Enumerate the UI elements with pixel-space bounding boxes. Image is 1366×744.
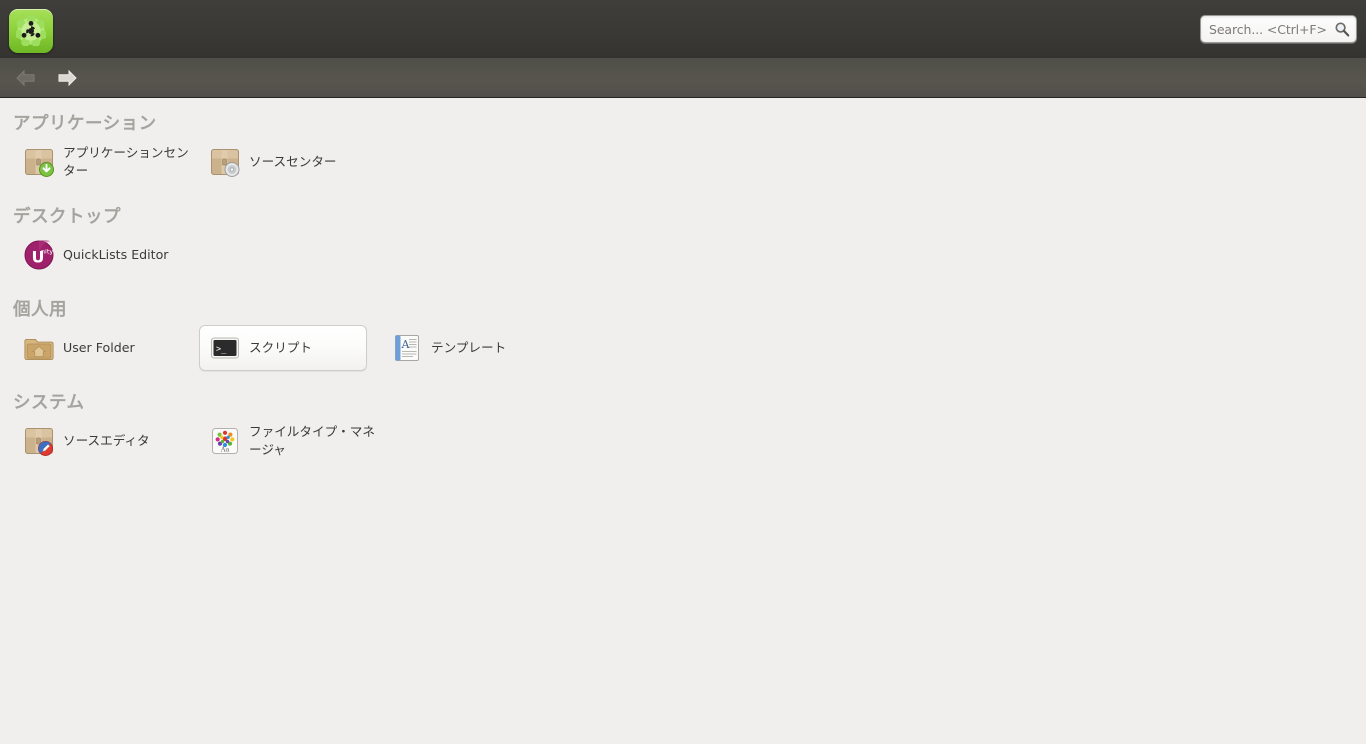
search-icon[interactable] [1334,21,1350,37]
item-label: User Folder [63,339,135,355]
item-label: アプリケーションセンター [63,144,189,178]
item-label: ソースセンター [249,153,337,169]
item-label: テンプレート [431,339,507,355]
section-title: システム [13,393,85,413]
navigation-arrows [14,67,79,89]
item-filetype-manager[interactable]: Aa ファイルタイプ・マネージャ [199,418,385,464]
filetype-manager-icon: Aa [212,428,238,454]
item-label: スクリプト [249,339,312,355]
tab-bar: 概要(O) Apps Tweaks(T) システム設定(A) Janitor(J… [0,58,1366,150]
unity-quicklists-icon: U nity [24,240,54,270]
section-title: アプリケーション [13,114,157,134]
item-scripts[interactable]: >_ スクリプト [199,325,367,371]
item-source-editor[interactable]: ソースエディタ [13,418,199,464]
content-area: アプリケーション アプリケーションセンター ソースセンター デスクトップ U n… [0,98,1366,744]
section-system: システム ソースエディタ Aa ファイルタイプ・マネージャ [0,371,1366,464]
section-title: デスクトップ [13,207,121,227]
svg-text:nity: nity [41,248,53,256]
app-logo-icon [9,9,53,53]
back-button[interactable] [14,67,38,89]
forward-button[interactable] [55,67,79,89]
section-title: 個人用 [13,300,67,320]
terminal-script-icon: >_ [211,337,239,359]
section-desktop: デスクトップ U nity QuickLists Editor [0,185,1366,278]
item-label: ファイルタイプ・マネージャ [249,423,375,457]
item-application-center[interactable]: アプリケーションセンター [13,139,199,185]
item-templates[interactable]: A テンプレート [381,325,515,371]
package-edit-icon [25,428,53,456]
package-disc-icon [211,149,240,177]
item-user-folder[interactable]: User Folder [13,325,199,371]
item-label: QuickLists Editor [63,246,169,262]
top-toolbar: Search... <Ctrl+F> [0,0,1366,58]
item-quicklists-editor[interactable]: U nity QuickLists Editor [13,232,199,278]
svg-text:Aa: Aa [220,446,230,454]
section-personal: 個人用 User Folder >_ スクリプト A テンプレート [0,278,1366,371]
search-input[interactable]: Search... <Ctrl+F> [1200,15,1357,43]
svg-text:>_: >_ [216,345,227,355]
template-document-icon: A [395,335,419,361]
item-label: ソースエディタ [63,432,150,448]
item-source-center[interactable]: ソースセンター [199,139,385,185]
home-folder-icon [24,339,54,360]
package-download-icon [25,149,54,177]
section-applications: アプリケーション アプリケーションセンター ソースセンター [0,98,1366,185]
search-placeholder: Search... <Ctrl+F> [1209,21,1327,37]
